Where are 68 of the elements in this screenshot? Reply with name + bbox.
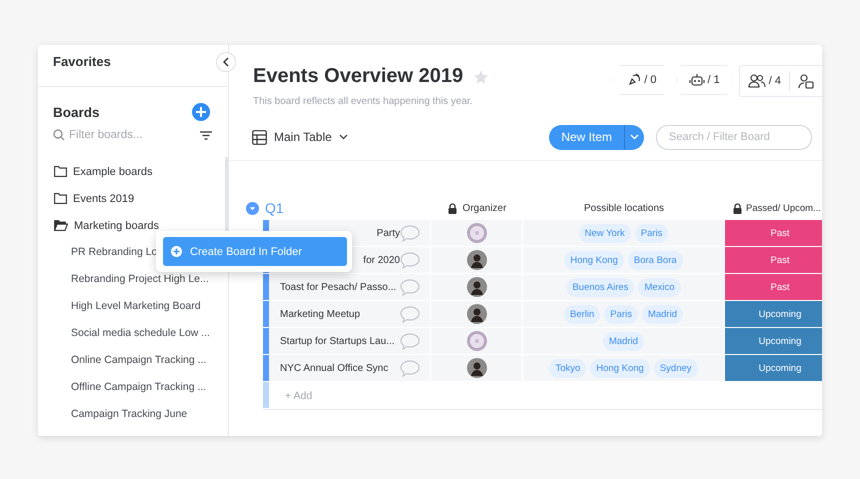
comment-icon[interactable] <box>400 306 420 322</box>
location-tag: Sydney <box>654 358 698 378</box>
board-item[interactable]: Social media schedule Low ... <box>38 320 228 347</box>
comment-icon[interactable] <box>400 332 420 350</box>
location-tag: Buenos Aires <box>566 278 634 296</box>
board-description: This board reflects all events happening this year. <box>253 96 474 107</box>
search-field[interactable]: Search / Filter Board <box>656 124 812 150</box>
comment-icon[interactable] <box>400 360 420 376</box>
filter-icon[interactable] <box>200 130 212 140</box>
robot-icon <box>688 73 705 87</box>
avatar-icon <box>466 250 486 270</box>
location-tag: Hong Kong <box>564 250 624 270</box>
search-icon <box>53 129 65 141</box>
avatar-icon <box>466 304 486 324</box>
collapse-group-icon[interactable] <box>246 202 259 214</box>
status-label[interactable]: Upcoming <box>725 301 822 328</box>
board-item[interactable]: Offline Campaign Tracking ... <box>38 374 228 401</box>
location-tag: Mexico <box>638 278 681 296</box>
dropdown-button[interactable] <box>624 124 644 150</box>
location-tag: Paris <box>634 224 668 242</box>
item-name[interactable]: Party <box>376 228 400 238</box>
board-item[interactable]: Online Campaign Tracking ... <box>38 347 228 374</box>
chevron-left-icon <box>222 57 230 67</box>
status-label[interactable]: Upcoming <box>725 328 822 355</box>
board-item[interactable]: High Level Marketing Board <box>38 293 228 320</box>
board-item[interactable]: Campaign Tracking June <box>38 401 228 428</box>
location-tag: Paris <box>604 304 638 324</box>
boards-title: Boards <box>53 104 100 120</box>
status-label[interactable]: Past <box>725 274 822 301</box>
board-title: Events Overview 2019 <box>253 65 464 88</box>
folder-item[interactable]: Example boards <box>38 158 228 185</box>
location-tag: Hong Kong <box>590 358 650 378</box>
item-name[interactable]: for 2020 <box>363 254 400 266</box>
board-item[interactable]: Rebranding Project High Le... <box>38 266 228 293</box>
column-header[interactable]: Possible locations <box>523 202 725 214</box>
avatar-icon <box>466 331 486 351</box>
location-tag: Berlin <box>564 304 600 324</box>
location-tag: Tokyo <box>549 358 586 378</box>
view-selector[interactable]: Main Table <box>252 130 348 144</box>
column-header[interactable]: Organizer <box>431 202 523 214</box>
person-icon[interactable] <box>798 74 814 88</box>
avatar-icon <box>466 277 486 297</box>
add-icon[interactable] <box>192 103 210 121</box>
star-icon[interactable] <box>473 68 490 84</box>
table-icon <box>252 130 267 144</box>
comment-icon[interactable] <box>400 224 420 242</box>
status-label[interactable]: Past <box>725 247 822 274</box>
add-icon <box>171 246 182 257</box>
location-tag: Madrid <box>642 304 683 324</box>
automation-counter[interactable]: / 1 <box>676 65 733 95</box>
status-label[interactable]: Past <box>725 220 822 247</box>
location-tag: Madrid <box>602 332 644 350</box>
avatar-icon <box>466 223 486 243</box>
activity-icon <box>627 73 642 87</box>
caret-icon <box>338 134 348 140</box>
collapse-button[interactable] <box>216 52 236 72</box>
activity-counter[interactable]: / 0 <box>614 65 670 95</box>
comment-icon[interactable] <box>400 278 420 296</box>
caret-icon <box>630 134 639 140</box>
folder-item[interactable]: Marketing boards <box>38 212 228 239</box>
folder-item[interactable]: Events 2019 <box>38 185 228 212</box>
avatar-icon <box>466 358 486 378</box>
location-tag: New York <box>578 224 631 242</box>
status-label[interactable]: Upcoming <box>725 355 822 382</box>
people-icon <box>748 74 766 88</box>
column-header[interactable]: Passed/ Upcom... <box>725 202 822 214</box>
location-tag: Bora Bora <box>628 250 683 270</box>
comment-icon[interactable] <box>400 252 420 268</box>
